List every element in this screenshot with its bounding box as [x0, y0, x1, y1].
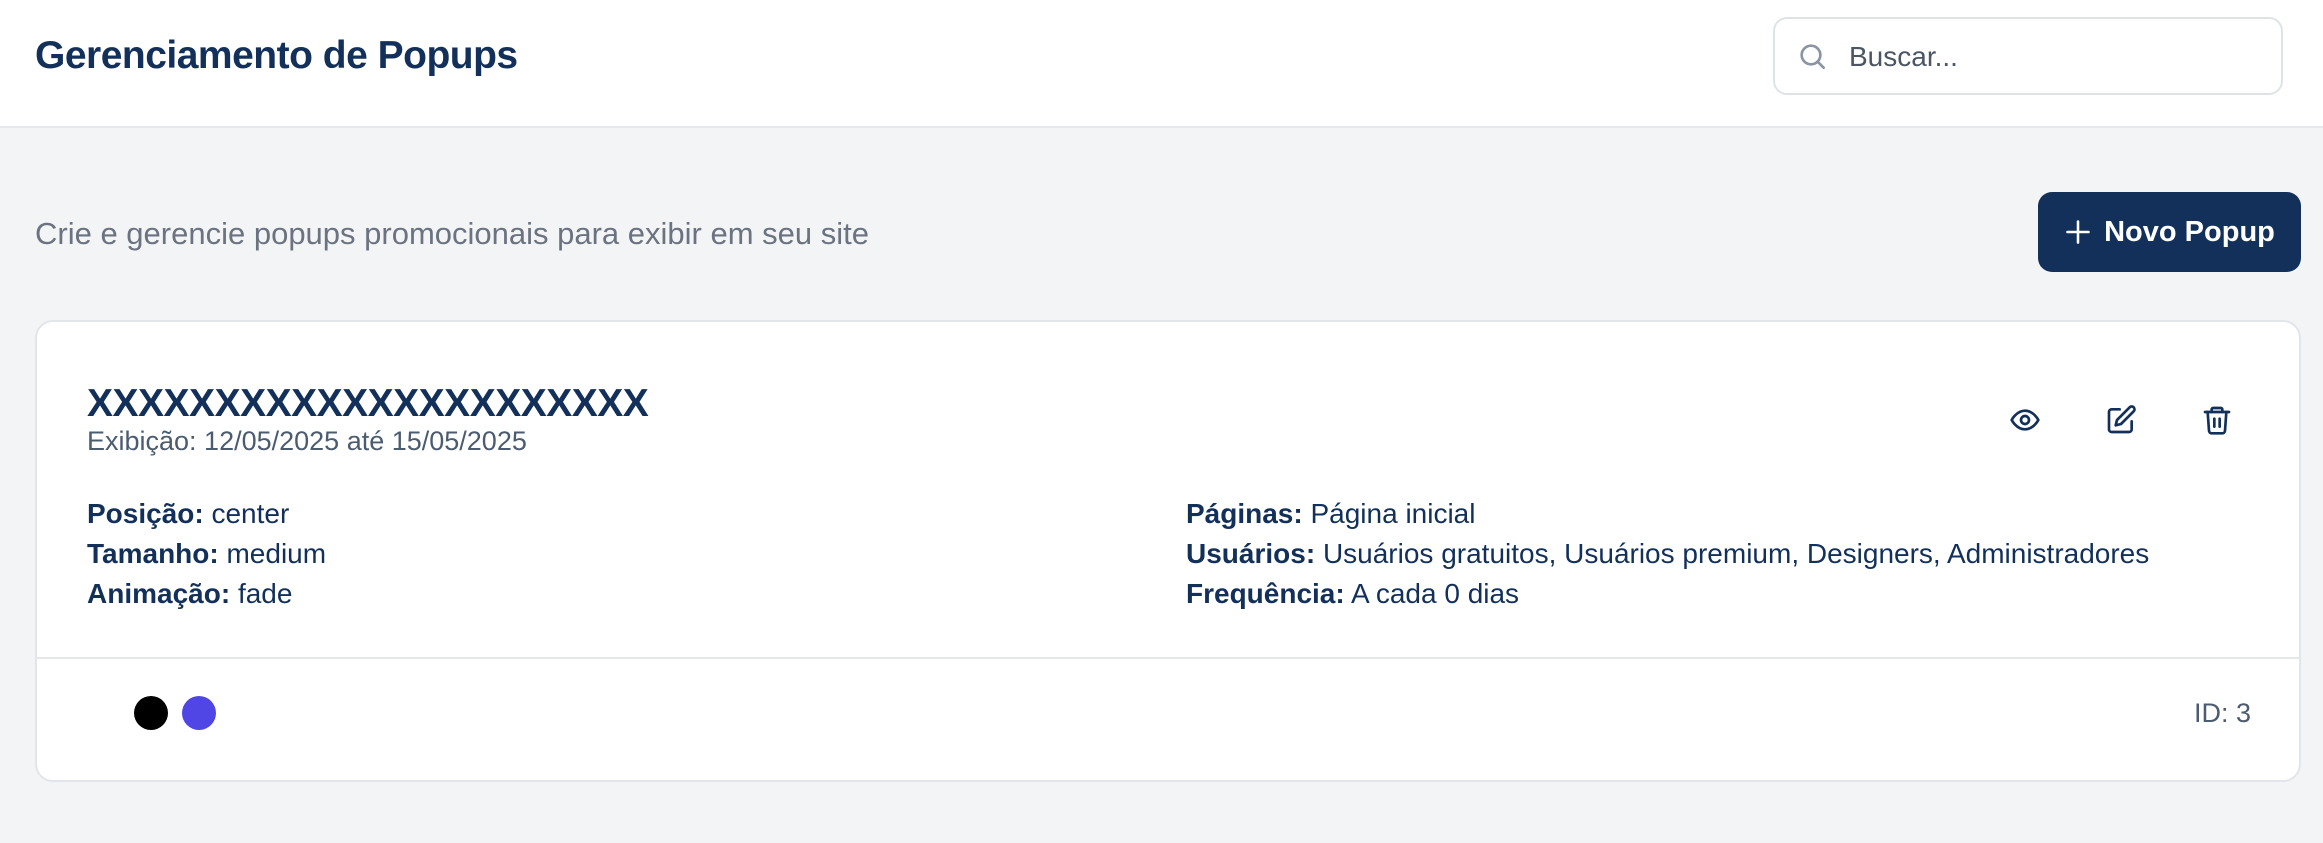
search-box[interactable]: [1773, 17, 2283, 95]
eye-icon: [2010, 409, 2040, 431]
detail-value: center: [211, 498, 290, 529]
accent-color-swatch: [182, 696, 216, 730]
detail-label: Páginas:: [1186, 498, 1303, 529]
popup-name: XXXXXXXXXXXXXXXXXXXXXX: [87, 382, 649, 425]
search-icon: [1800, 44, 1825, 69]
detail-value: Página inicial: [1310, 498, 1476, 529]
detail-label: Usuários:: [1186, 538, 1316, 569]
detail-animation: Animação: fade: [87, 574, 326, 614]
new-popup-button[interactable]: Novo Popup: [2038, 192, 2301, 272]
delete-button[interactable]: [2189, 392, 2245, 448]
detail-position: Posição: center: [87, 494, 326, 534]
page-title: Gerenciamento de Popups: [35, 34, 518, 77]
popup-display-period: Exibição: 12/05/2025 até 15/05/2025: [87, 426, 527, 456]
detail-label: Animação:: [87, 578, 231, 609]
detail-label: Frequência:: [1186, 578, 1345, 609]
top-bar: Gerenciamento de Popups: [0, 0, 2323, 128]
detail-size: Tamanho: medium: [87, 534, 326, 574]
detail-label: Posição:: [87, 498, 204, 529]
page-subtitle: Crie e gerencie popups promocionais para…: [35, 216, 869, 251]
detail-value: Usuários gratuitos, Usuários premium, De…: [1322, 538, 2150, 569]
card-divider: [37, 657, 2299, 659]
edit-button[interactable]: [2093, 392, 2149, 448]
edit-icon: [2107, 405, 2136, 434]
detail-pages: Páginas: Página inicial: [1186, 494, 2149, 534]
search-input[interactable]: [1847, 33, 2251, 81]
preview-button[interactable]: [1997, 392, 2053, 448]
detail-label: Tamanho:: [87, 538, 219, 569]
detail-value: medium: [226, 538, 327, 569]
plus-icon: [2066, 220, 2090, 244]
new-popup-label: Novo Popup: [2104, 215, 2275, 248]
detail-value: A cada 0 dias: [1350, 578, 1520, 609]
popup-card: XXXXXXXXXXXXXXXXXXXXXX Exibição: 12/05/2…: [35, 320, 2301, 782]
detail-value: fade: [237, 578, 293, 609]
detail-frequency: Frequência: A cada 0 dias: [1186, 574, 2149, 614]
popup-id: ID: 3: [2193, 698, 2251, 728]
popup-details-right: Páginas: Página inicial Usuários: Usuári…: [1186, 494, 2149, 614]
popup-details-left: Posição: center Tamanho: medium Animação…: [87, 494, 326, 614]
detail-users: Usuários: Usuários gratuitos, Usuários p…: [1186, 534, 2149, 574]
background-color-swatch: [134, 696, 168, 730]
popup-actions: [1997, 392, 2285, 448]
trash-icon: [2203, 406, 2231, 435]
